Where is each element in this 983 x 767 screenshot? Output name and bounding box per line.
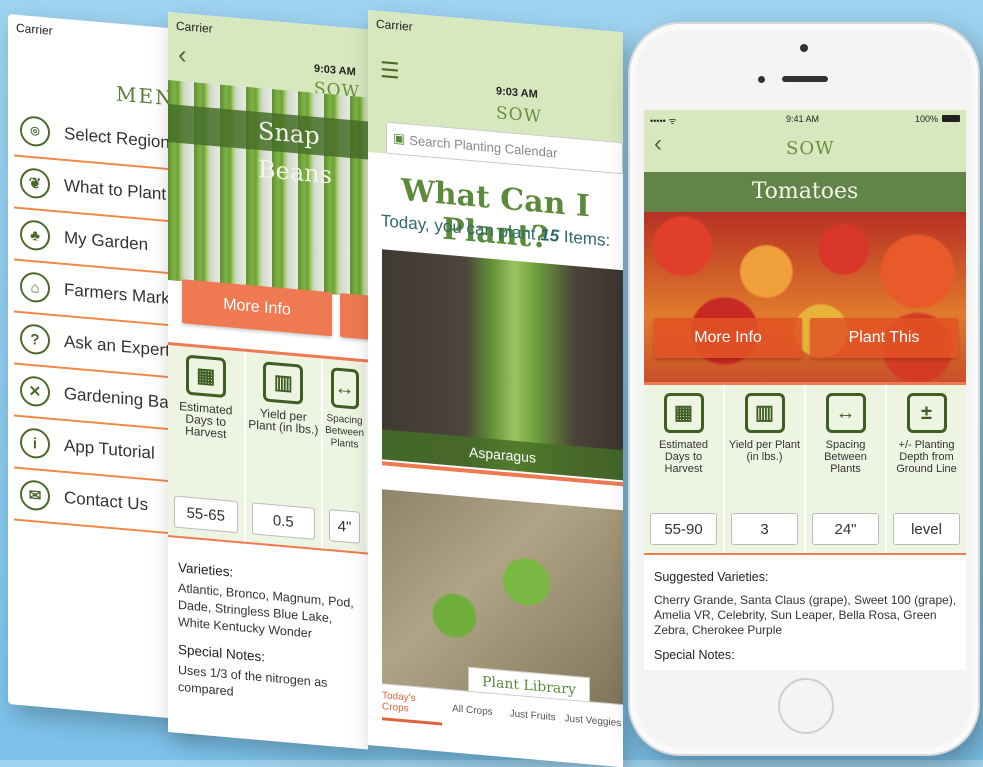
- stat-label: Estimated Days to Harvest: [179, 398, 233, 442]
- back-chevron-icon[interactable]: ‹: [178, 39, 187, 71]
- menu-item-label: My Garden: [64, 227, 149, 255]
- speaker-grille: [782, 76, 828, 82]
- stat-label: Spacing Between Plants: [824, 439, 867, 475]
- stat-label: Yield per Plant (in lbs.): [248, 406, 319, 438]
- camera-dot: [800, 44, 808, 52]
- calendar-icon: ▦: [185, 354, 226, 399]
- stat-value: 24": [812, 513, 879, 545]
- stat-value: level: [893, 513, 960, 545]
- today-count: 15: [540, 225, 560, 246]
- phone-frame: ••••• ᯤ 9:41 AM 100% ‹ SOW Tomatoes More…: [628, 22, 980, 756]
- stats-row: ▦ Estimated Days to Harvest 55-65 ▥ Yiel…: [168, 342, 368, 555]
- garden-icon: ♣: [20, 219, 50, 252]
- stat-value: 0.5: [251, 502, 316, 540]
- battery-percent: 100%: [914, 114, 938, 124]
- app-title: SOW: [496, 103, 543, 128]
- plant-this-button[interactable]: [340, 293, 368, 341]
- stat-spacing: ↔ Spacing Between Plants 24": [806, 385, 887, 553]
- market-stall-icon: ⌂: [20, 271, 50, 304]
- tab-just-fruits[interactable]: Just Fruits: [503, 695, 563, 736]
- carrier-label: Carrier: [16, 20, 53, 38]
- back-chevron-icon[interactable]: ‹: [654, 130, 662, 158]
- stat-yield: ▥ Yield per Plant (in lbs.) 0.5: [245, 351, 324, 549]
- status-time: 9:41 AM: [786, 114, 820, 124]
- plant-this-button[interactable]: Plant This: [810, 318, 958, 358]
- stat-value: 4": [329, 509, 361, 544]
- menu-item-label: Contact Us: [64, 487, 149, 515]
- info-icon: i: [20, 427, 50, 460]
- basket-icon: ▥: [263, 361, 304, 405]
- location-pin-icon: ⌾: [20, 115, 50, 148]
- stat-label: Estimated Days to Harvest: [659, 439, 708, 475]
- battery-icon: [942, 115, 960, 122]
- stat-label: Yield per Plant (in lbs.): [728, 439, 801, 463]
- menu-item-label: Select Region: [64, 123, 170, 153]
- home-button[interactable]: [778, 678, 834, 734]
- tools-icon: ✕: [20, 375, 50, 408]
- tab-just-veggies[interactable]: Just Veggies: [563, 700, 623, 741]
- crop-name-banner: Tomatoes: [644, 172, 966, 212]
- varieties-section: Varieties: Atlantic, Bronco, Magnum, Pod…: [178, 559, 364, 712]
- basket-icon: ▥: [744, 393, 785, 433]
- stat-days-to-harvest: ▦ Estimated Days to Harvest 55-65: [168, 345, 246, 542]
- stat-yield: ▥ Yield per Plant (in lbs.) 3: [725, 385, 806, 553]
- snap-beans-screen: Carrier ‹ 9:03 AM SOW Snap Beans More In…: [168, 12, 368, 750]
- spacing-icon: ↔: [330, 367, 359, 410]
- stat-spacing: ↔ Spacing Between Plants 4": [323, 358, 368, 553]
- calendar-search-icon: ▣: [393, 130, 406, 147]
- hamburger-menu-icon[interactable]: ☰: [380, 57, 400, 85]
- tomatoes-screen: ••••• ᯤ 9:41 AM 100% ‹ SOW Tomatoes More…: [644, 110, 966, 670]
- stat-planting-depth: ± +/- Planting Depth from Ground Line le…: [887, 385, 966, 553]
- menu-item-label: App Tutorial: [64, 435, 155, 463]
- tab-todays-crops[interactable]: Today's Crops: [382, 684, 443, 726]
- stat-value: 55-65: [174, 495, 238, 534]
- app-title: SOW: [786, 138, 835, 159]
- varieties-heading: Suggested Varieties:: [654, 570, 769, 584]
- more-info-button[interactable]: More Info: [654, 318, 802, 358]
- varieties-text: Atlantic, Bronco, Magnum, Pod, Dade, Str…: [178, 580, 354, 641]
- search-placeholder: Search Planting Calendar: [409, 132, 558, 161]
- stat-days-to-harvest: ▦ Estimated Days to Harvest 55-90: [644, 385, 725, 553]
- expert-icon: ?: [20, 323, 50, 356]
- menu-item-label: What to Plant: [64, 175, 167, 204]
- depth-icon: ±: [906, 393, 947, 433]
- sensor-dot: [758, 76, 765, 83]
- stat-value: 55-90: [650, 513, 717, 545]
- calendar-icon: ▦: [663, 393, 704, 433]
- seedling-icon: ❦: [20, 167, 50, 200]
- stat-value: 3: [731, 513, 798, 545]
- stat-label: Spacing Between Plants: [325, 412, 365, 451]
- varieties-text: Cherry Grande, Santa Claus (grape), Swee…: [654, 593, 957, 637]
- stats-row: ▦ Estimated Days to Harvest 55-90 ▥ Yiel…: [644, 382, 966, 555]
- tab-all-crops[interactable]: All Crops: [442, 689, 502, 730]
- status-bar: ••••• ᯤ 9:41 AM 100%: [644, 110, 966, 128]
- envelope-icon: ✉: [20, 479, 50, 512]
- varieties-section: Suggested Varieties: Cherry Grande, Sant…: [654, 570, 962, 667]
- today-suffix: Items:: [559, 226, 611, 251]
- menu-item-label: Ask an Expert: [64, 331, 170, 361]
- menu-item-label: Farmers Market: [64, 279, 184, 310]
- notes-heading: Special Notes:: [654, 648, 735, 662]
- planting-calendar-screen: Carrier ☰ 9:03 AM SOW ▣ Search Planting …: [368, 10, 623, 767]
- signal-indicator: ••••• ᯤ: [650, 116, 677, 126]
- stat-label: +/- Planting Depth from Ground Line: [896, 439, 957, 475]
- spacing-icon: ↔: [825, 393, 866, 433]
